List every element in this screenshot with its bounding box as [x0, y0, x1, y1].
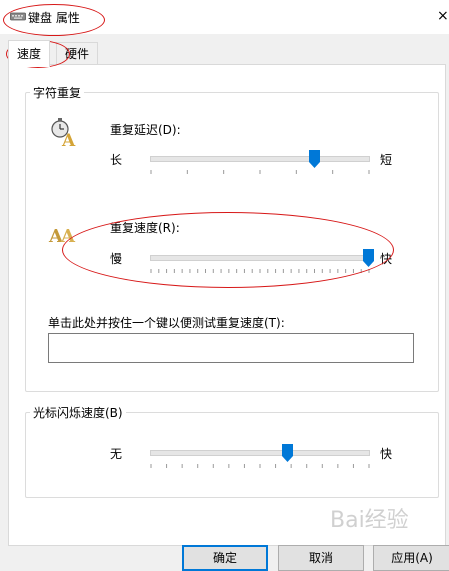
- repeat-rate-max-label: 快: [380, 252, 393, 266]
- tab-hardware[interactable]: 硬件: [56, 42, 99, 65]
- apply-button[interactable]: 应用(A): [373, 545, 449, 571]
- repeat-delay-ticks: [150, 170, 370, 174]
- cursor-blink-legend: 光标闪烁速度(B): [30, 404, 126, 421]
- ok-button[interactable]: 确定: [182, 545, 268, 571]
- repeat-test-label: 单击此处并按住一个键以便测试重复速度(T):: [48, 316, 285, 330]
- cursor-blink-slider-track[interactable]: [150, 450, 370, 456]
- repeat-rate-icon: A A: [48, 226, 76, 247]
- window-title: 键盘 属性: [28, 11, 80, 25]
- repeat-delay-slider-track[interactable]: [150, 156, 370, 162]
- repeat-delay-icon: A: [51, 118, 76, 148]
- cursor-blink-min-label: 无: [110, 447, 123, 461]
- repeat-rate-slider-thumb[interactable]: [363, 249, 374, 267]
- keyboard-icon: [10, 12, 26, 21]
- repeat-test-input[interactable]: [48, 333, 414, 363]
- svg-text:A: A: [61, 131, 76, 148]
- cursor-blink-max-label: 快: [380, 447, 393, 461]
- repeat-rate-min-label: 慢: [110, 252, 123, 266]
- watermark: Bai经验: [330, 508, 409, 533]
- repeat-delay-slider-thumb[interactable]: [308, 150, 320, 168]
- cursor-blink-slider-thumb[interactable]: [282, 444, 294, 462]
- svg-text:A: A: [60, 226, 76, 247]
- cursor-blink-ticks: [150, 464, 370, 468]
- close-icon[interactable]: ×: [437, 8, 449, 24]
- repeat-rate-ticks: [150, 269, 370, 273]
- cancel-button[interactable]: 取消: [278, 545, 364, 571]
- tab-speed[interactable]: 速度: [8, 40, 51, 67]
- char-repeat-legend: 字符重复: [30, 84, 85, 101]
- repeat-delay-label: 重复延迟(D):: [110, 123, 181, 137]
- repeat-rate-label: 重复速度(R):: [110, 221, 180, 235]
- repeat-rate-slider-track[interactable]: [150, 255, 370, 261]
- repeat-delay-min-label: 长: [110, 153, 123, 167]
- repeat-delay-max-label: 短: [380, 153, 393, 167]
